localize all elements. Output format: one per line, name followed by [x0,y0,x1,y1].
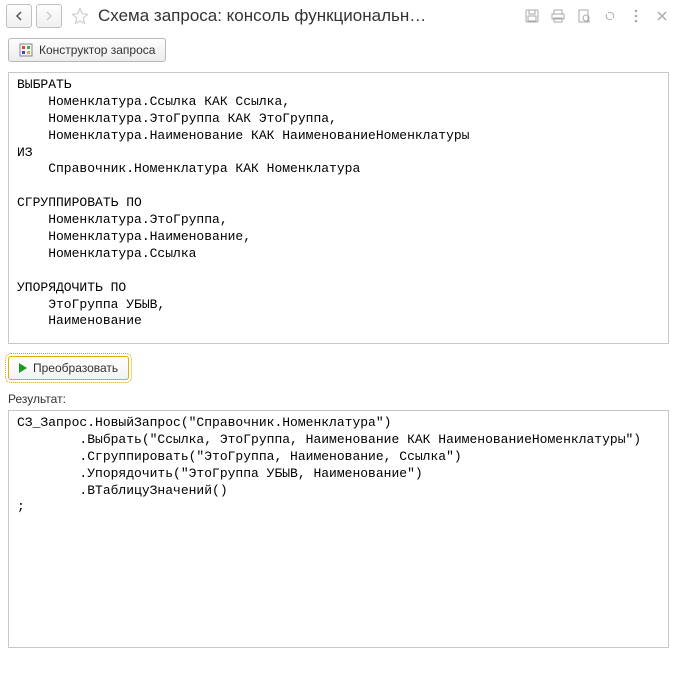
transform-label: Преобразовать [33,361,118,375]
query-constructor-button[interactable]: Конструктор запроса [8,38,166,62]
transform-button[interactable]: Преобразовать [8,356,129,380]
back-button[interactable] [6,4,32,28]
print-icon[interactable] [549,7,567,25]
query-textarea[interactable]: ВЫБРАТЬ Номенклатура.Ссылка КАК Ссылка, … [8,72,669,344]
preview-icon[interactable] [575,7,593,25]
save-icon[interactable] [523,7,541,25]
query-constructor-icon [19,43,33,57]
transform-row: Преобразовать [0,348,677,388]
forward-button[interactable] [36,4,62,28]
titlebar: Схема запроса: консоль функциональн… [0,0,677,32]
result-label: Результат: [0,388,677,408]
more-icon[interactable] [627,7,645,25]
favorite-icon[interactable] [70,6,90,26]
query-text: ВЫБРАТЬ Номенклатура.Ссылка КАК Ссылка, … [17,77,660,330]
link-icon[interactable] [601,7,619,25]
play-icon [19,363,27,373]
query-constructor-label: Конструктор запроса [39,43,155,57]
window-title: Схема запроса: консоль функциональн… [98,6,519,26]
result-textarea[interactable]: СЗ_Запрос.НовыйЗапрос("Справочник.Номенк… [8,410,669,648]
toolbar: Конструктор запроса [0,32,677,68]
close-icon[interactable] [653,7,671,25]
result-text: СЗ_Запрос.НовыйЗапрос("Справочник.Номенк… [17,415,660,516]
titlebar-actions [523,7,671,25]
